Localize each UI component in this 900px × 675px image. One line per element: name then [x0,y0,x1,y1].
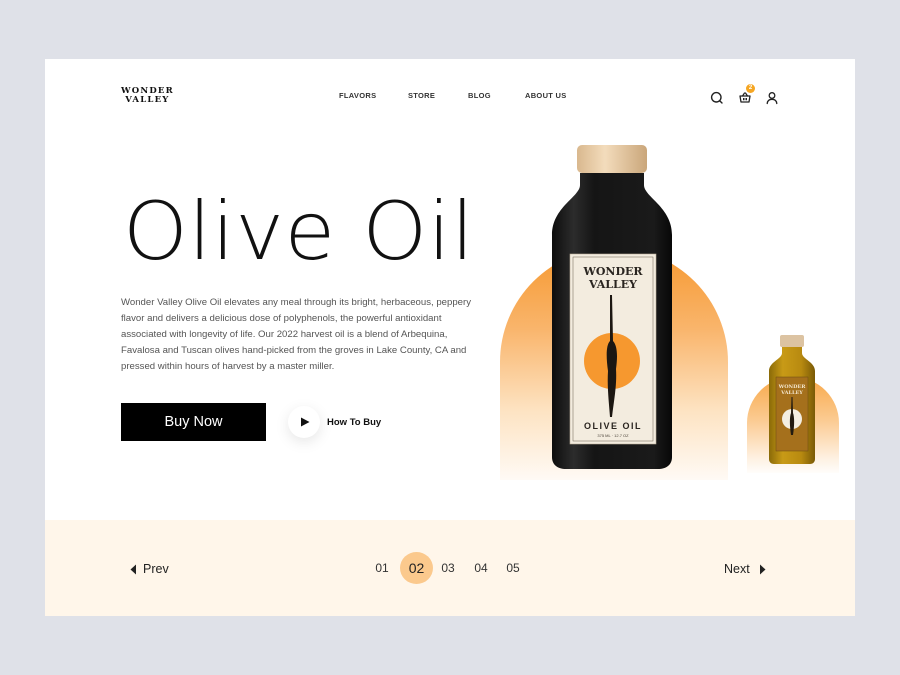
cart-count-badge: 2 [746,84,755,93]
nav-store[interactable]: STORE [408,91,435,100]
search-button[interactable] [709,90,725,106]
page-03[interactable]: 03 [438,552,458,584]
nav-blog[interactable]: BLOG [468,91,491,100]
landing-card: WONDER VALLEY FLAVORS STORE BLOG ABOUT U… [45,59,855,616]
search-icon [710,91,723,104]
account-button[interactable] [764,90,780,106]
label-volume: 375 ML · 12.7 OZ [597,433,629,438]
carousel-pagination: Prev 01 02 03 04 05 Next [45,520,855,616]
nav-flavors[interactable]: FLAVORS [339,91,376,100]
olive-oil-bottle-image[interactable]: WONDER VALLEY OLIVE OIL 375 ML · 12.7 OZ [550,145,674,471]
page-04[interactable]: 04 [471,552,491,584]
buy-now-button[interactable]: Buy Now [121,403,266,441]
how-to-buy-label: How To Buy [327,416,382,428]
page-05[interactable]: 05 [503,552,523,584]
cork-cap [577,145,647,173]
hero-description: Wonder Valley Olive Oil elevates any mea… [121,297,472,372]
how-to-buy-button[interactable]: How To Buy [288,406,381,438]
caret-right-icon [759,564,766,574]
prev-button[interactable]: Prev [130,562,169,576]
cart-button[interactable]: 2 [737,84,755,105]
small-cork-cap [780,335,804,347]
olive-oil-thumbnail-image[interactable]: WONDER VALLEY [767,335,817,465]
prev-label: Prev [143,562,169,576]
page-01[interactable]: 01 [372,552,392,584]
small-label-brand-2: VALLEY [780,390,803,396]
caret-left-icon [130,564,136,574]
play-button[interactable] [288,406,320,438]
hero-title: Olive Oil [123,185,475,278]
next-button[interactable]: Next [724,562,766,576]
header-actions: 2 [709,84,789,107]
label-brand-line-1: WONDER [582,265,643,278]
label-brand-line-2: VALLEY [588,278,637,291]
user-icon [766,92,778,105]
play-icon [301,417,310,427]
next-label: Next [724,562,750,576]
nav-about-us[interactable]: ABOUT US [525,91,567,100]
page-02-active[interactable]: 02 [400,552,433,584]
label-product-name: OLIVE OIL [584,421,642,431]
